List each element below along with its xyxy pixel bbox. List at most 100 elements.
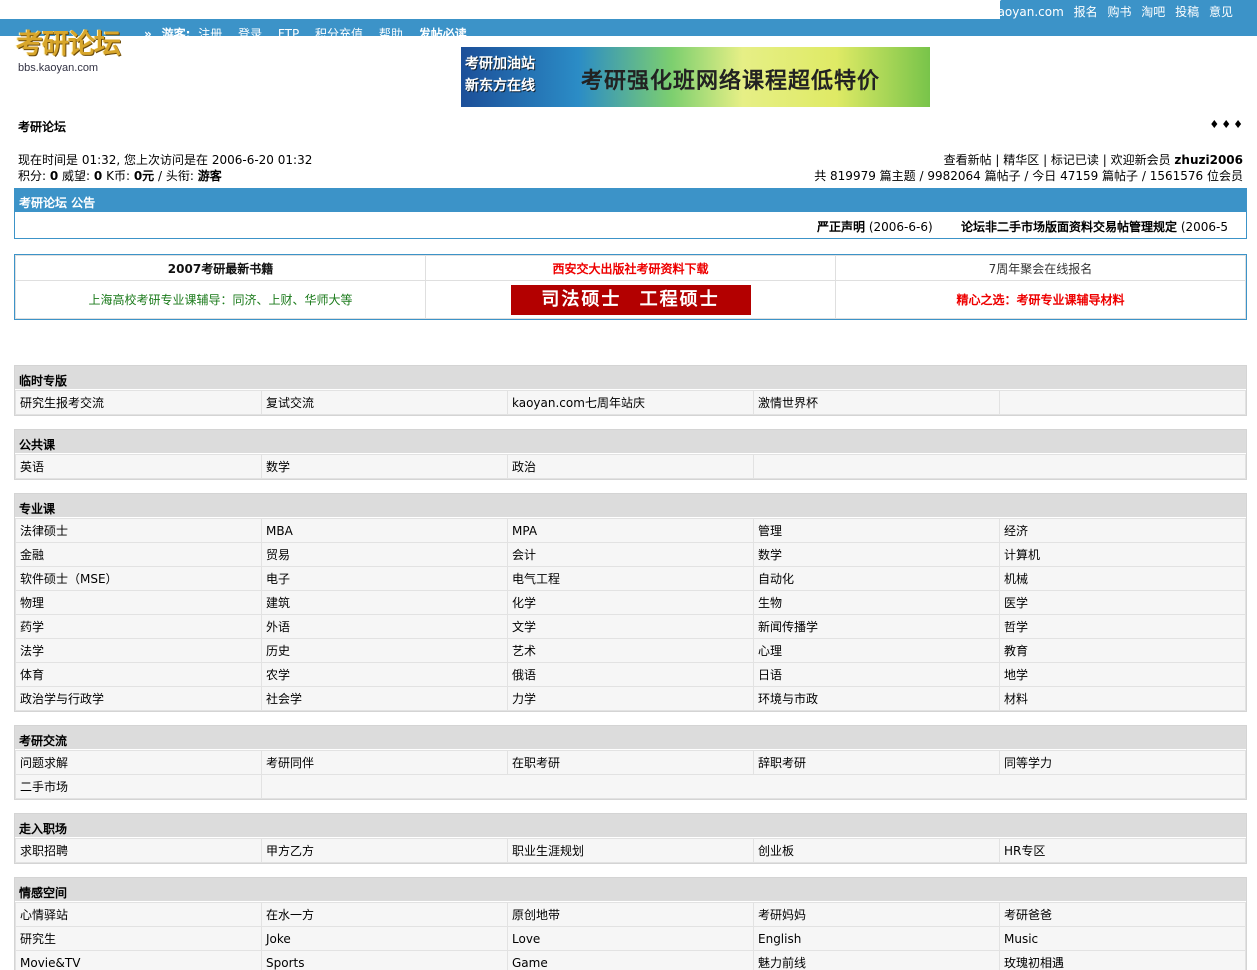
promo-materials-link[interactable]: 精心之选：考研专业课辅导材料 bbox=[835, 280, 1246, 319]
forum-cell[interactable]: 玫瑰初相遇 bbox=[999, 950, 1246, 970]
forum-cell[interactable]: 管理 bbox=[753, 518, 1000, 543]
category-header[interactable]: 公共课 bbox=[15, 430, 1246, 454]
forum-cell[interactable]: 哲学 bbox=[999, 614, 1246, 639]
forum-title[interactable]: 考研论坛 bbox=[18, 118, 66, 135]
forum-cell[interactable]: Joke bbox=[261, 926, 508, 951]
ad-banner[interactable]: 考研加油站 新东方在线 考研强化班网络课程超低特价 bbox=[461, 47, 930, 107]
forum-cell[interactable]: HR专区 bbox=[999, 838, 1246, 863]
forum-cell[interactable]: 政治学与行政学 bbox=[15, 686, 262, 711]
forum-cell[interactable]: 数学 bbox=[753, 542, 1000, 567]
forum-cell[interactable]: 化学 bbox=[507, 590, 754, 615]
forum-cell[interactable]: 会计 bbox=[507, 542, 754, 567]
top-link-books[interactable]: 购书 bbox=[1107, 5, 1131, 19]
forum-cell[interactable]: Love bbox=[507, 926, 754, 951]
forum-cell[interactable]: 计算机 bbox=[999, 542, 1246, 567]
forum-cell[interactable]: 考研妈妈 bbox=[753, 902, 1000, 927]
top-link-feedback[interactable]: 意见 bbox=[1209, 5, 1233, 19]
forum-cell[interactable]: 农学 bbox=[261, 662, 508, 687]
forum-cell[interactable]: 同等学力 bbox=[999, 750, 1246, 775]
category-header[interactable]: 临时专版 bbox=[15, 366, 1246, 390]
forum-cell[interactable]: 医学 bbox=[999, 590, 1246, 615]
announcement-item[interactable]: 严正声明 (2006-6-6) bbox=[817, 218, 933, 235]
category-header[interactable]: 考研交流 bbox=[15, 726, 1246, 750]
forum-cell[interactable]: 教育 bbox=[999, 638, 1246, 663]
forum-cell[interactable]: 力学 bbox=[507, 686, 754, 711]
forum-cell[interactable]: 外语 bbox=[261, 614, 508, 639]
forum-cell[interactable]: 物理 bbox=[15, 590, 262, 615]
promo-anniversary-link[interactable]: 7周年聚会在线报名 bbox=[835, 255, 1246, 281]
announcement-item[interactable]: 论坛非二手市场版面资料交易帖管理规定 (2006-5 bbox=[961, 218, 1228, 235]
nav-ftp[interactable]: FTP bbox=[278, 27, 299, 41]
nav-login[interactable]: 登录 bbox=[238, 27, 262, 41]
forum-cell[interactable]: 考研爸爸 bbox=[999, 902, 1246, 927]
forum-cell[interactable]: 原创地带 bbox=[507, 902, 754, 927]
forum-cell[interactable]: 电子 bbox=[261, 566, 508, 591]
forum-cell[interactable]: 新闻传播学 bbox=[753, 614, 1000, 639]
top-link-register[interactable]: 报名 bbox=[1074, 5, 1098, 19]
forum-cell[interactable]: kaoyan.com七周年站庆 bbox=[507, 390, 754, 415]
forum-cell[interactable]: 经济 bbox=[999, 518, 1246, 543]
forum-cell[interactable]: 金融 bbox=[15, 542, 262, 567]
forum-cell[interactable]: 在水一方 bbox=[261, 902, 508, 927]
forum-cell[interactable]: English bbox=[753, 926, 1000, 951]
forum-cell[interactable]: 软件硕士（MSE） bbox=[15, 566, 262, 591]
forum-cell[interactable]: 历史 bbox=[261, 638, 508, 663]
category-header[interactable]: 专业课 bbox=[15, 494, 1246, 518]
quick-links-text[interactable]: 查看新帖 | 精华区 | 标记已读 | 欢迎新会员 bbox=[944, 153, 1175, 167]
forum-cell[interactable]: 创业板 bbox=[753, 838, 1000, 863]
forum-cell[interactable]: 文学 bbox=[507, 614, 754, 639]
forum-cell[interactable]: 艺术 bbox=[507, 638, 754, 663]
top-link-kaoyan[interactable]: kaoyan.com bbox=[991, 5, 1064, 19]
forum-cell[interactable]: 在职考研 bbox=[507, 750, 754, 775]
forum-cell[interactable]: 心情驿站 bbox=[15, 902, 262, 927]
new-member-link[interactable]: zhuzi2006 bbox=[1174, 153, 1243, 167]
promo-red-banner[interactable]: 司法硕士 工程硕士 bbox=[510, 284, 751, 315]
forum-cell[interactable]: 贸易 bbox=[261, 542, 508, 567]
forum-cell[interactable]: 研究生 bbox=[15, 926, 262, 951]
forum-cell[interactable]: MBA bbox=[261, 518, 508, 543]
forum-cell[interactable]: 环境与市政 bbox=[753, 686, 1000, 711]
nav-register[interactable]: 注册 bbox=[198, 27, 222, 41]
forum-cell[interactable]: 生物 bbox=[753, 590, 1000, 615]
nav-help[interactable]: 帮助 bbox=[379, 27, 403, 41]
site-logo[interactable]: 考研论坛 bbs.kaoyan.com bbox=[16, 22, 132, 74]
forum-cell[interactable]: 研究生报考交流 bbox=[15, 390, 262, 415]
category-header[interactable]: 走入职场 bbox=[15, 814, 1246, 838]
forum-cell[interactable]: 材料 bbox=[999, 686, 1246, 711]
forum-cell[interactable]: 建筑 bbox=[261, 590, 508, 615]
forum-cell[interactable]: Movie&TV bbox=[15, 950, 262, 970]
forum-cell[interactable]: 日语 bbox=[753, 662, 1000, 687]
forum-cell[interactable]: 问题求解 bbox=[15, 750, 262, 775]
forum-cell[interactable]: 俄语 bbox=[507, 662, 754, 687]
forum-cell[interactable]: 求职招聘 bbox=[15, 838, 262, 863]
forum-cell[interactable]: 电气工程 bbox=[507, 566, 754, 591]
forum-cell[interactable]: 数学 bbox=[261, 454, 508, 479]
forum-cell[interactable]: Game bbox=[507, 950, 754, 970]
forum-cell[interactable]: 法学 bbox=[15, 638, 262, 663]
forum-cell[interactable]: 激情世界杯 bbox=[753, 390, 1000, 415]
forum-cell[interactable]: 考研同伴 bbox=[261, 750, 508, 775]
forum-cell[interactable]: 政治 bbox=[507, 454, 754, 479]
promo-shanghai-link[interactable]: 上海高校考研专业课辅导：同济、上财、华师大等 bbox=[15, 280, 426, 319]
forum-cell[interactable]: 体育 bbox=[15, 662, 262, 687]
collapse-arrows-icon[interactable]: ♦♦♦ bbox=[1209, 118, 1245, 131]
nav-recharge[interactable]: 积分充值 bbox=[315, 27, 363, 41]
forum-cell[interactable]: 复试交流 bbox=[261, 390, 508, 415]
forum-cell[interactable]: 职业生涯规划 bbox=[507, 838, 754, 863]
forum-cell[interactable]: 机械 bbox=[999, 566, 1246, 591]
top-link-submit[interactable]: 投稿 bbox=[1175, 5, 1199, 19]
forum-cell[interactable]: MPA bbox=[507, 518, 754, 543]
forum-cell[interactable]: 社会学 bbox=[261, 686, 508, 711]
forum-cell[interactable]: 自动化 bbox=[753, 566, 1000, 591]
promo-download-link[interactable]: 西安交大出版社考研资料下载 bbox=[425, 255, 836, 281]
forum-cell[interactable]: 辞职考研 bbox=[753, 750, 1000, 775]
forum-cell[interactable]: 法律硕士 bbox=[15, 518, 262, 543]
forum-cell[interactable]: 心理 bbox=[753, 638, 1000, 663]
forum-cell[interactable]: 药学 bbox=[15, 614, 262, 639]
forum-cell[interactable]: 二手市场 bbox=[15, 774, 262, 799]
forum-cell[interactable]: 地学 bbox=[999, 662, 1246, 687]
forum-cell[interactable]: Sports bbox=[261, 950, 508, 970]
category-header[interactable]: 情感空间 bbox=[15, 878, 1246, 902]
forum-cell[interactable]: 魅力前线 bbox=[753, 950, 1000, 970]
top-link-taoba[interactable]: 淘吧 bbox=[1141, 5, 1165, 19]
